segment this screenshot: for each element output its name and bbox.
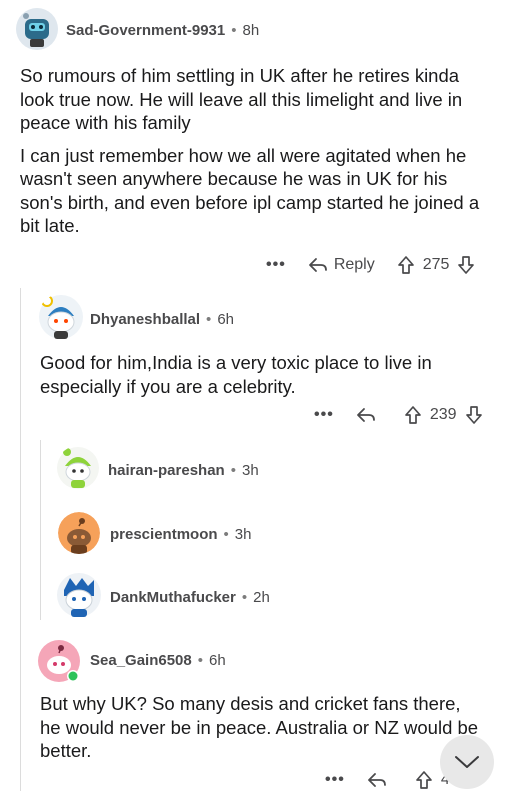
reply-button[interactable]: Reply (308, 256, 375, 274)
comment-paragraph: I can just remember how we all were agit… (20, 144, 480, 237)
avatar[interactable] (56, 572, 102, 618)
online-status-icon (68, 671, 78, 681)
upvote-icon[interactable] (404, 405, 422, 425)
comment-actions: ••• 4 (325, 769, 458, 791)
separator-dot: • (223, 525, 229, 543)
collapsed-comment-header[interactable]: DankMuthafucker • 2h (110, 587, 270, 607)
separator-dot: • (230, 461, 236, 479)
downvote-icon[interactable] (465, 405, 483, 425)
reply-button[interactable] (356, 407, 382, 423)
upvote-icon[interactable] (415, 770, 433, 790)
username[interactable]: hairan-pareshan (108, 462, 225, 479)
separator-dot: • (231, 21, 237, 39)
username[interactable]: DankMuthafucker (110, 589, 236, 606)
comment-paragraph: But why UK? So many desis and cricket fa… (40, 693, 479, 761)
more-options-button[interactable]: ••• (314, 406, 334, 424)
collapsed-comment-header[interactable]: hairan-pareshan • 3h (108, 460, 259, 480)
reply-icon (356, 408, 375, 422)
username[interactable]: Sea_Gain6508 (90, 652, 192, 669)
avatar[interactable] (58, 512, 100, 554)
downvote-icon[interactable] (457, 255, 475, 275)
reply-icon (308, 258, 327, 272)
username[interactable]: Sad-Government-9931 (66, 22, 225, 39)
comment-header: Sad-Government-9931 • 8h (66, 20, 259, 40)
reply-icon (367, 773, 386, 787)
more-options-button[interactable]: ••• (266, 256, 286, 274)
avatar[interactable] (38, 294, 84, 340)
comment-age: 6h (217, 310, 234, 328)
avatar[interactable] (38, 640, 82, 684)
upvote-icon[interactable] (397, 255, 415, 275)
avatar[interactable] (16, 8, 58, 50)
vote-score: 239 (429, 406, 457, 423)
comment-thread: Sad-Government-9931 • 8h So rumours of h… (0, 0, 512, 791)
reply-button[interactable] (367, 772, 393, 788)
more-options-button[interactable]: ••• (325, 771, 345, 789)
vote-controls: 239 (404, 405, 483, 425)
comment-body: So rumours of him settling in UK after h… (20, 64, 490, 238)
username[interactable]: Dhyaneshballal (90, 311, 200, 328)
thread-line[interactable] (20, 288, 21, 791)
separator-dot: • (206, 310, 212, 328)
comment-paragraph: So rumours of him settling in UK after h… (20, 65, 463, 133)
separator-dot: • (241, 588, 248, 606)
separator-dot: • (197, 651, 204, 669)
comment-paragraph: Good for him,India is a very toxic place… (40, 352, 432, 397)
vote-score: 275 (422, 256, 450, 273)
username[interactable]: prescientmoon (110, 526, 218, 543)
avatar[interactable] (56, 446, 100, 490)
comment-header: Dhyaneshballal • 6h (90, 309, 234, 329)
vote-controls: 275 (397, 255, 476, 275)
comment-age: 8h (242, 21, 260, 39)
comment-header: Sea_Gain6508 • 6h (90, 650, 226, 670)
comment-body: Good for him,India is a very toxic place… (40, 351, 490, 398)
comment-age: 6h (209, 651, 226, 669)
comment-actions: ••• Reply 275 (266, 254, 475, 276)
scroll-down-button[interactable] (440, 735, 494, 789)
reply-label: Reply (333, 256, 375, 273)
comment-actions: ••• 239 (314, 404, 483, 426)
chevron-down-icon (455, 756, 479, 768)
thread-line[interactable] (40, 440, 41, 620)
comment-age: 2h (253, 588, 270, 606)
collapsed-comment-header[interactable]: prescientmoon • 3h (110, 524, 251, 544)
comment-body: But why UK? So many desis and cricket fa… (40, 692, 480, 763)
comment-age: 3h (234, 525, 252, 543)
comment-age: 3h (241, 461, 259, 479)
